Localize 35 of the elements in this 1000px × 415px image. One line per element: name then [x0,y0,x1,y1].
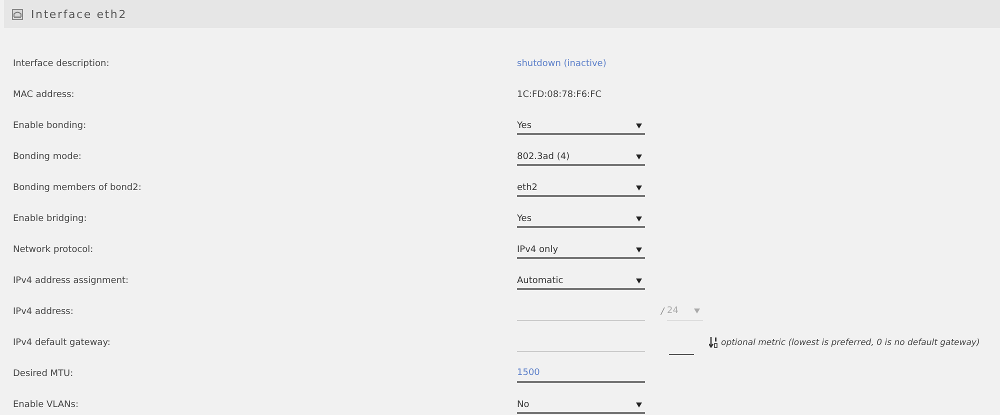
field-label: IPv4 address: [12,306,74,316]
dropdown[interactable]: IPv4 only [517,240,645,259]
metric-hint: optional metric (lowest is preferred, 0 is no default gateway) [721,338,980,348]
caret-icon [694,308,700,314]
caret-icon [636,154,642,160]
field-label: IPv4 default gateway: [12,338,112,348]
field-label: Enable VLANs: [12,400,80,410]
input-field[interactable]: 1500 [517,364,645,383]
field-label: Enable bonding: [12,120,88,130]
field-label: Desired MTU: [12,368,74,378]
field-label: IPv4 address assignment: [12,276,130,286]
field-label: Interface description: [12,58,110,68]
description-link[interactable]: shutdown (inactive) [517,58,606,68]
dropdown[interactable]: Automatic [517,271,645,290]
caret-icon [636,278,642,284]
dropdown[interactable]: eth2 [517,178,645,197]
caret-icon [636,184,642,190]
panel-title: Interface eth2 [31,8,127,20]
caret-icon [636,246,642,252]
sort-icon [709,337,718,348]
caret-icon [636,122,642,128]
field-label: Network protocol: [12,244,94,254]
dropdown[interactable]: No [517,395,645,414]
field-label: Enable bridging: [12,214,88,224]
field-label: Bonding members of bond2: [12,182,142,192]
dropdown[interactable]: Yes [517,116,645,135]
network-icon [12,8,23,20]
caret-icon [636,402,642,408]
dropdown[interactable]: 802.3ad (4) [517,147,645,166]
prefix-separator: / [661,306,664,316]
field-label: Bonding mode: [12,152,82,162]
dropdown[interactable]: Yes [517,209,645,228]
caret-icon [636,216,642,222]
mac-address: 1C:FD:08:78:F6:FC [517,90,602,100]
field-label: MAC address: [12,90,76,100]
